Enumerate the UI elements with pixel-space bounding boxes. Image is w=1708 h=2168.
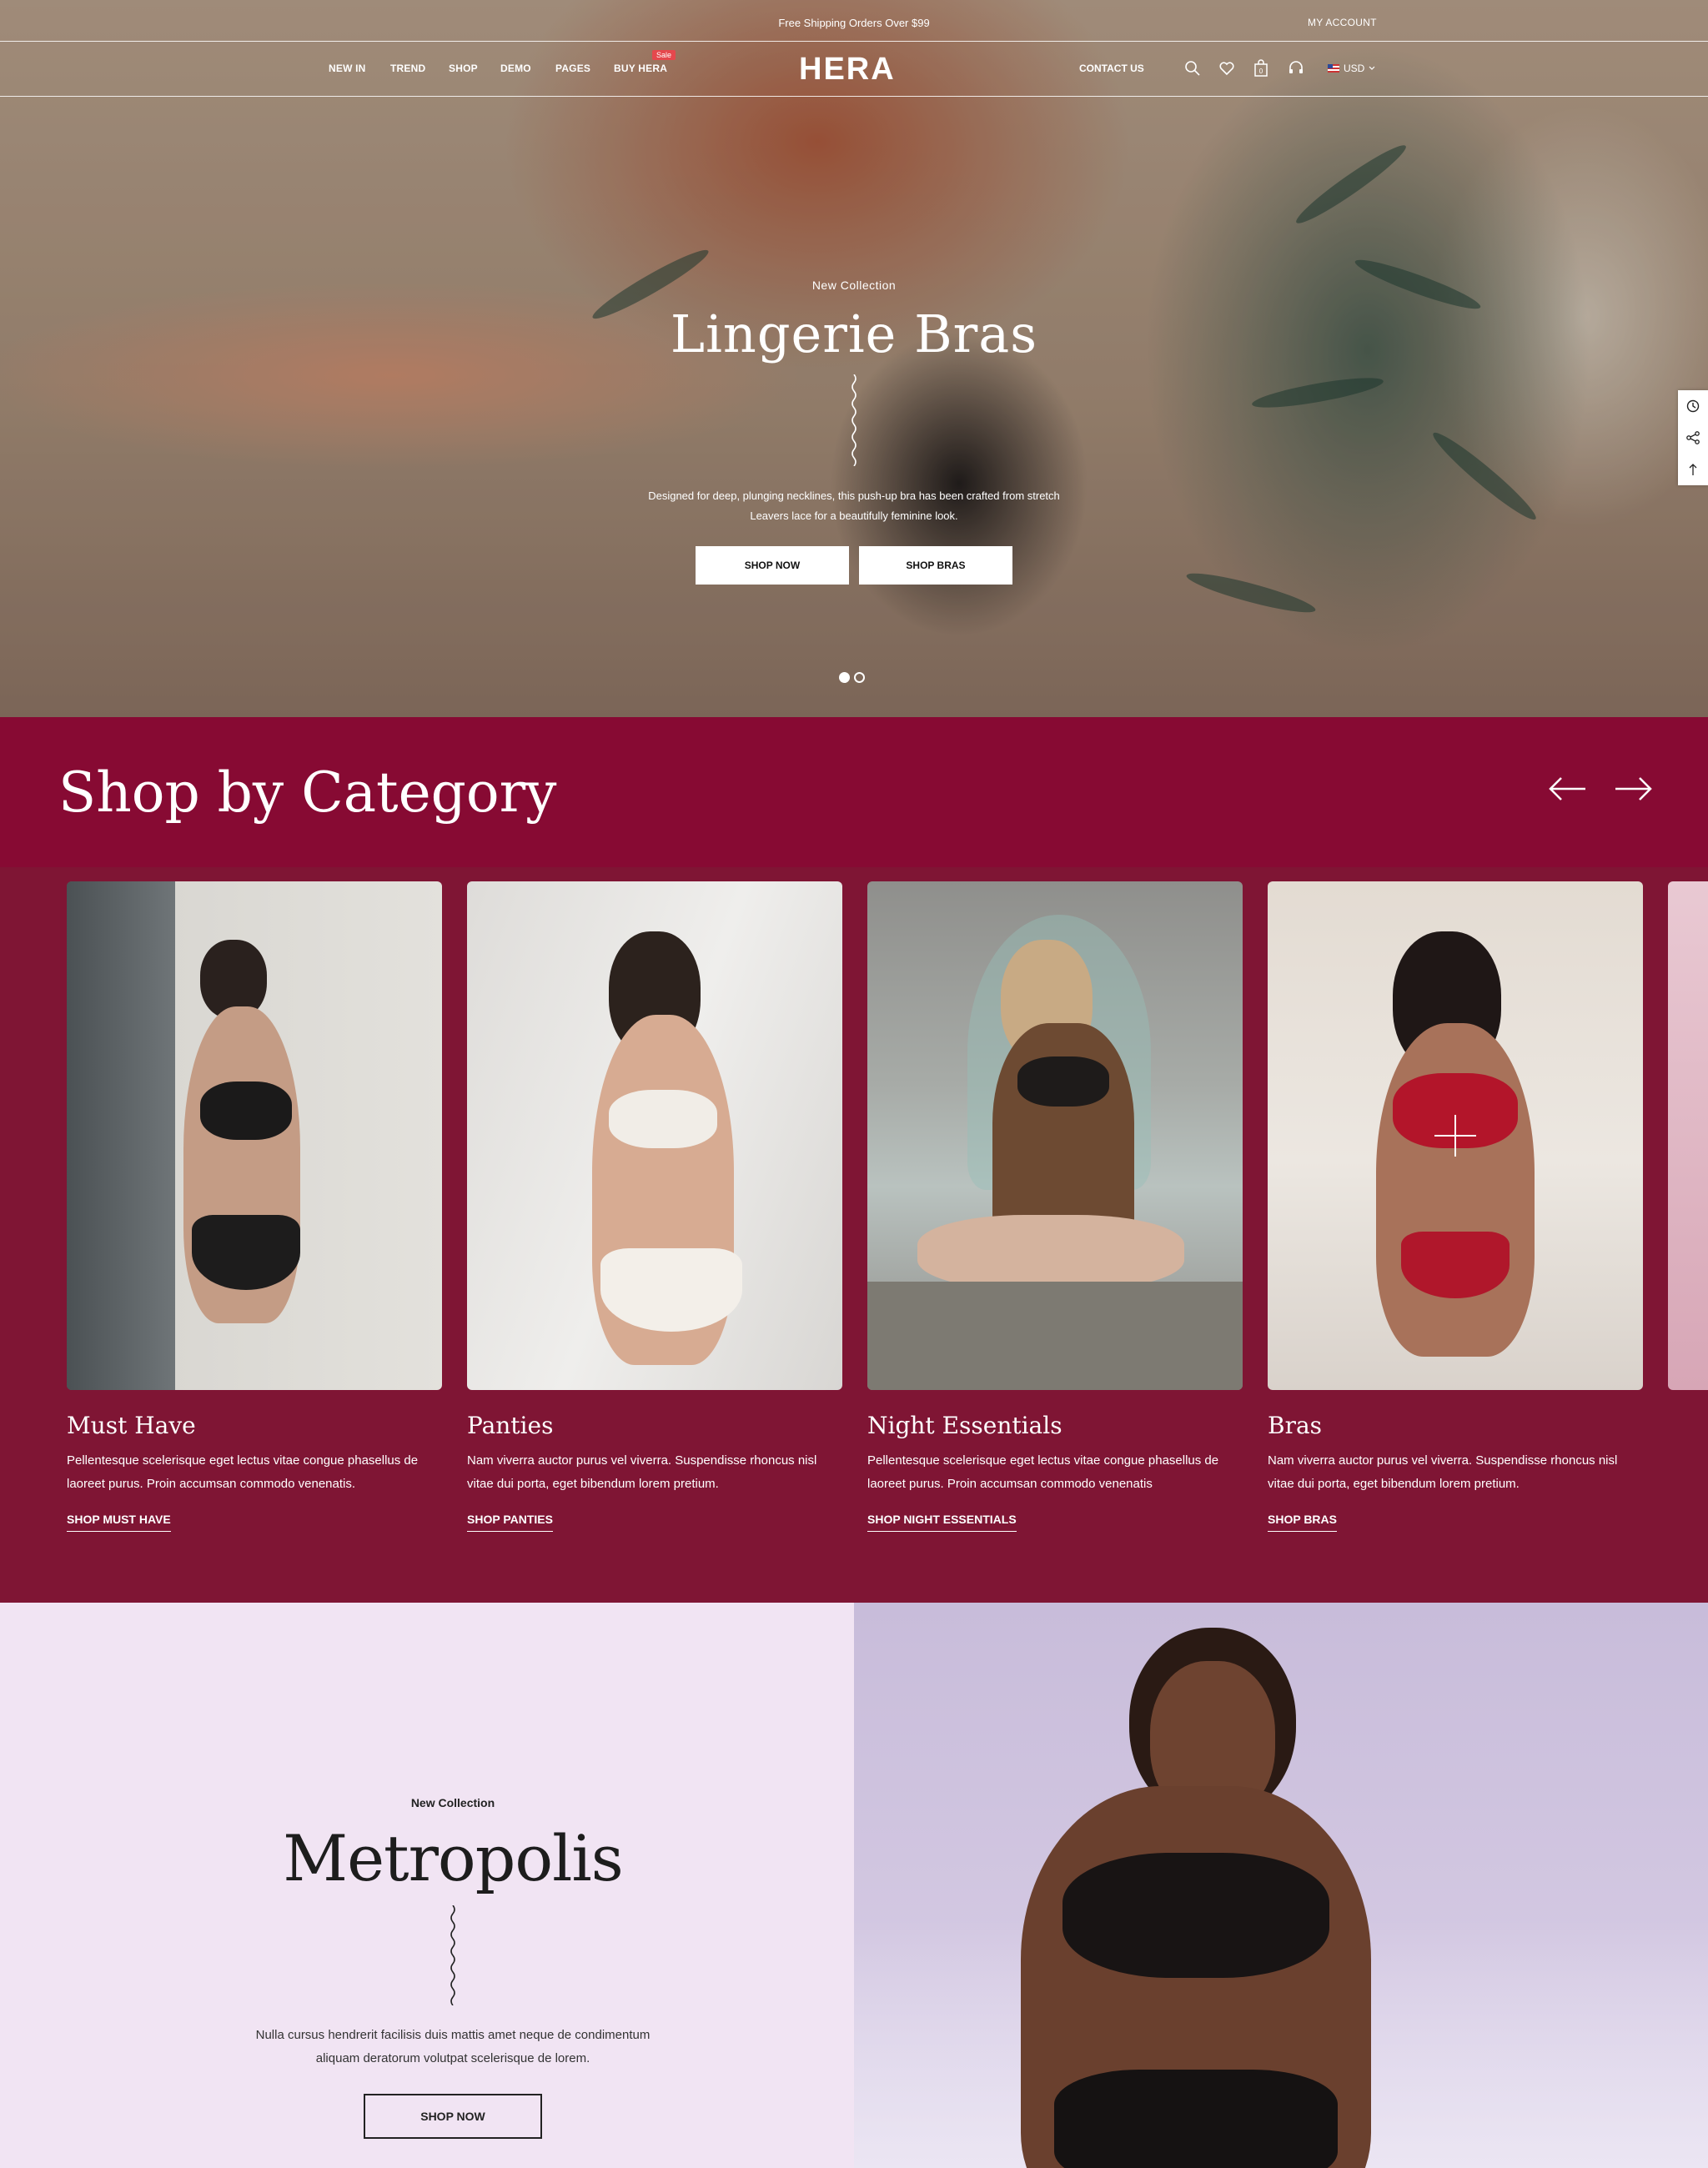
nav-new-in[interactable]: NEW IN [329,63,366,74]
history-icon[interactable] [1678,390,1708,422]
hero-content: New Collection Lingerie Bras Designed fo… [0,279,1708,585]
currency-selector[interactable]: USD [1328,63,1375,74]
shop-bras-link[interactable]: SHOP BRAS [1268,1513,1337,1532]
nav-demo[interactable]: DEMO [500,63,531,74]
plus-cursor-icon [1434,1115,1476,1157]
category-header: Shop by Category [0,717,1708,867]
nav-shop[interactable]: SHOP [449,63,478,74]
chevron-down-icon [1369,66,1375,70]
shop-bras-button[interactable]: SHOP BRAS [859,546,1012,585]
cart-icon[interactable]: 0 [1249,57,1273,80]
hero-description: Designed for deep, plunging necklines, t… [648,489,1060,522]
shop-panties-link[interactable]: SHOP PANTIES [467,1513,553,1532]
site-logo[interactable]: HERA [799,52,896,88]
nav-trend[interactable]: TREND [390,63,425,74]
nav-pages[interactable]: PAGES [555,63,590,74]
metropolis-title: Metropolis [283,1821,623,1895]
squiggle-divider-icon [450,1905,455,2005]
squiggle-divider-icon [851,374,857,466]
currency-label: USD [1344,63,1365,74]
category-name: Night Essentials [867,1412,1062,1439]
metropolis-eyebrow: New Collection [410,1796,495,1809]
slider-dots [839,672,865,683]
metropolis-content: New Collection Metropolis Nulla cursus h… [0,1796,906,2139]
slider-dot[interactable] [854,672,865,683]
next-category-card-peek[interactable] [1668,881,1708,1390]
category-description: Nam viverra auctor purus vel viverra. Su… [467,1453,817,1491]
arrow-right-icon[interactable] [1610,765,1656,812]
category-card-night-essentials: Night Essentials Pellentesque scelerisqu… [867,881,1243,1532]
hero-banner: Free Shipping Orders Over $99 MY ACCOUNT… [0,0,1708,717]
shop-now-button[interactable]: SHOP NOW [696,546,849,585]
hero-plant-leaf [1291,138,1411,230]
shop-must-have-link[interactable]: SHOP MUST HAVE [67,1513,171,1532]
my-account-link[interactable]: MY ACCOUNT [1308,17,1377,28]
metropolis-promo: New Collection Metropolis Nulla cursus h… [0,1603,854,2168]
back-to-top-icon[interactable] [1678,454,1708,485]
category-name: Bras [1268,1412,1323,1439]
slider-dot[interactable] [839,672,850,683]
search-icon[interactable] [1181,57,1204,80]
shop-night-essentials-link[interactable]: SHOP NIGHT ESSENTIALS [867,1513,1017,1532]
nav-contact-us[interactable]: CONTACT US [1079,63,1144,74]
main-navigation: NEW IN TREND SHOP DEMO PAGES BUY HERA Sa… [0,42,1708,97]
category-image[interactable] [1268,881,1643,1390]
us-flag-icon [1328,64,1339,73]
sale-badge: Sale [652,50,676,60]
floating-toolbar [1678,390,1708,485]
category-image[interactable] [467,881,842,1390]
nav-buy-hera[interactable]: BUY HERA [614,63,667,74]
category-image[interactable] [67,881,442,1390]
category-name: Panties [467,1412,554,1439]
hero-buttons: SHOP NOW SHOP BRAS [0,546,1708,585]
hero-eyebrow: New Collection [811,279,897,292]
announcement-bar: Free Shipping Orders Over $99 MY ACCOUNT [0,0,1708,42]
metropolis-image [854,1603,1708,2168]
category-description: Pellentesque scelerisque eget lectus vit… [67,1453,419,1491]
category-description: Pellentesque scelerisque eget lectus vit… [867,1453,1219,1491]
shipping-promo: Free Shipping Orders Over $99 [778,17,930,29]
headset-icon[interactable] [1284,57,1308,80]
category-name: Must Have [67,1412,196,1439]
heart-icon[interactable] [1215,57,1238,80]
cart-count: 0 [1259,68,1263,75]
category-card-must-have: Must Have Pellentesque scelerisque eget … [67,881,442,1532]
share-icon[interactable] [1678,422,1708,454]
category-card-panties: Panties Nam viverra auctor purus vel viv… [467,881,842,1532]
model-briefs [1054,2070,1338,2168]
metropolis-description: Nulla cursus hendrerit facilisis duis ma… [255,2028,651,2065]
category-description: Nam viverra auctor purus vel viverra. Su… [1268,1453,1618,1491]
category-image[interactable] [867,881,1243,1390]
category-carousel: Must Have Pellentesque scelerisque eget … [0,867,1708,1603]
metropolis-shop-now-button[interactable]: SHOP NOW [364,2094,542,2139]
model-bra [1062,1853,1329,1978]
category-section-title: Shop by Category [58,760,557,825]
category-card-bras: Bras Nam viverra auctor purus vel viverr… [1268,881,1643,1532]
hero-title: Lingerie Bras [670,304,1038,364]
arrow-left-icon[interactable] [1545,765,1591,812]
